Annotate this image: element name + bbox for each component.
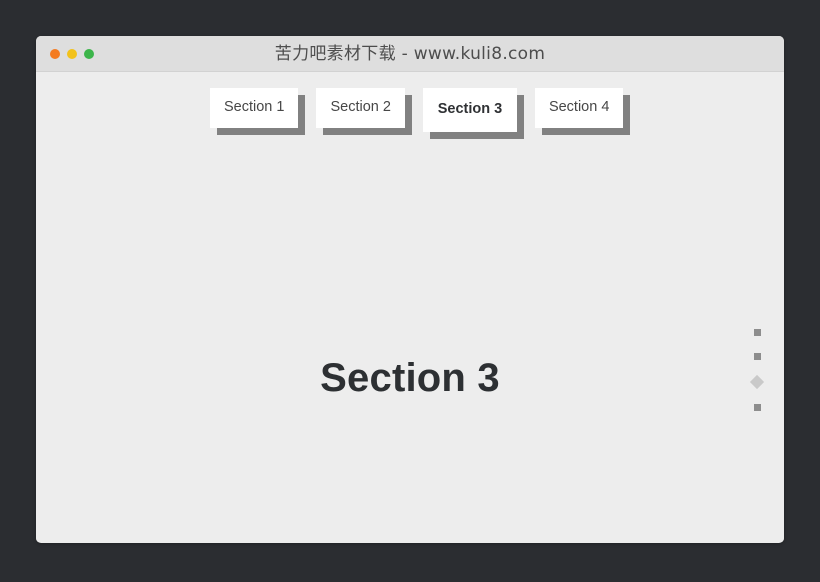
slide-nav-dot-1[interactable] [753,329,761,336]
slide-nav-dot-4[interactable] [753,404,761,411]
browser-window: 苦力吧素材下载 - www.kuli8.com Section 1 Sectio… [36,36,784,543]
tab-strip: Section 1 Section 2 Section 3 Section 4 [210,88,631,139]
window-titlebar: 苦力吧素材下载 - www.kuli8.com [36,36,784,72]
slide-nav-dot-3-active[interactable] [749,374,765,390]
tab-section-2[interactable]: Section 2 [316,88,412,135]
tab-label: Section 2 [316,88,405,128]
page-body: Section 1 Section 2 Section 3 Section 4 … [36,72,784,542]
tab-label: Section 1 [210,88,299,128]
screen-canvas: 苦力吧素材下载 - www.kuli8.com Section 1 Sectio… [0,0,820,582]
tab-section-4[interactable]: Section 4 [534,88,631,135]
slide-nav-dot-2[interactable] [753,353,761,360]
slide-nav [749,329,765,411]
tab-section-1[interactable]: Section 1 [210,88,306,135]
tab-label: Section 3 [422,88,517,132]
page-title: Section 3 [320,356,500,400]
window-title: 苦力吧素材下载 - www.kuli8.com [274,44,546,64]
tab-label: Section 4 [534,88,624,128]
tab-section-3[interactable]: Section 3 [422,88,524,139]
